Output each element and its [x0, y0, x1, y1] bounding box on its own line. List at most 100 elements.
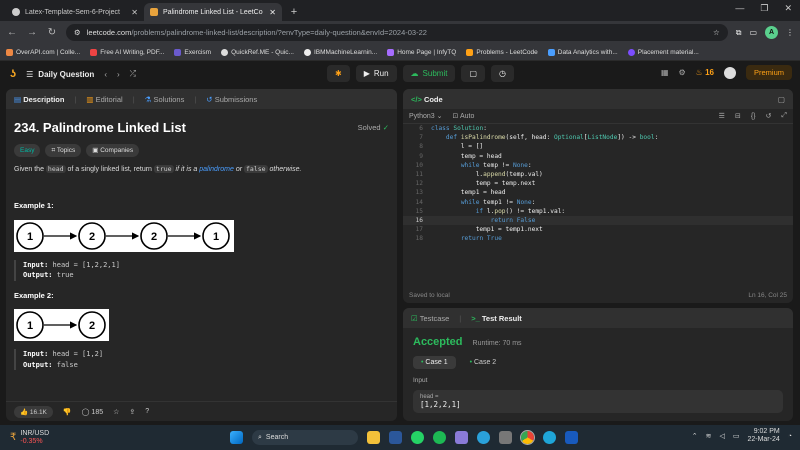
spotify-icon[interactable]	[433, 431, 446, 444]
search-box[interactable]: ⌕ Search	[252, 430, 358, 445]
bookmark-item[interactable]: Exercism	[174, 48, 211, 56]
tab-description[interactable]: ▤ Description	[14, 95, 64, 104]
close-window-icon[interactable]: ✕	[784, 3, 792, 14]
settings-icon[interactable]	[499, 431, 512, 444]
tab-submissions[interactable]: ↺ Submissions	[206, 95, 257, 104]
close-icon[interactable]: ✕	[269, 8, 276, 17]
back-icon[interactable]: ←	[6, 27, 18, 38]
paint-icon[interactable]	[455, 431, 468, 444]
bookmark-item[interactable]: Data Analytics with...	[547, 48, 618, 56]
bookmark-item[interactable]: Placement material...	[627, 48, 699, 56]
streak-counter[interactable]: ♨ 16	[696, 68, 714, 77]
bookmark-item[interactable]: QuickRef.ME - Quic...	[221, 48, 294, 56]
clock[interactable]: 9:02 PM 22-Mar-24	[747, 428, 779, 445]
prev-problem-icon[interactable]: ‹	[104, 70, 107, 79]
browser-tab-leetcode[interactable]: Palindrome Linked List - LeetCo ✕	[144, 3, 282, 21]
list-node: 2	[78, 222, 106, 251]
flask-icon: ⚗	[144, 94, 152, 104]
restore-icon[interactable]: ❐	[760, 3, 768, 14]
case-2-tab[interactable]: • Case 2	[462, 356, 505, 369]
topics-chip[interactable]: ⌗ Topics	[45, 143, 82, 158]
settings-gear-icon[interactable]: ⚙	[679, 68, 686, 77]
dislike-button[interactable]: 👎	[63, 408, 72, 416]
browser-tab-latex[interactable]: Latex-Template-Sem-6-Project ✕	[6, 3, 144, 21]
code-status-bar: Saved to local Ln 16, Col 25	[403, 287, 793, 303]
telegram-icon[interactable]	[477, 431, 490, 444]
menu-kebab-icon[interactable]: ⋮	[786, 28, 794, 37]
new-tab-button[interactable]: +	[286, 3, 302, 21]
extensions-icon[interactable]: ⧉	[736, 28, 742, 38]
url-bar[interactable]: ⚙ leetcode.com/problems/palindrome-linke…	[66, 24, 728, 41]
thumbs-up-icon: 👍	[20, 408, 29, 416]
bookmarks-bar: OverAPI.com | Colle... Free AI Writing, …	[0, 44, 800, 61]
palindrome-link[interactable]: palindrome	[199, 166, 234, 173]
app-l-icon[interactable]	[389, 431, 402, 444]
layout-icon[interactable]: ▦	[661, 68, 669, 77]
bookmark-icon[interactable]: ⊟	[735, 112, 741, 120]
example-1-io: Input: head = [1,2,2,1] Output: true	[14, 260, 389, 281]
tab-testcase[interactable]: ☑ Testcase	[411, 314, 449, 323]
comments-button[interactable]: ◯ 185	[82, 408, 103, 416]
list-icon: ☰	[26, 69, 34, 79]
debug-button[interactable]: ✱	[327, 65, 350, 82]
speaker-icon[interactable]: ◁	[719, 432, 724, 440]
list-node: 1	[16, 311, 44, 340]
run-button[interactable]: ▶ Run	[355, 65, 397, 82]
list-node: 1	[16, 222, 44, 251]
code-editor[interactable]: 6 class Solution: 7 def isPalindrome(self…	[403, 124, 793, 244]
windows-start-icon[interactable]	[230, 431, 243, 444]
chrome-icon[interactable]	[520, 430, 535, 445]
reload-icon[interactable]: ↻	[46, 27, 58, 38]
notification-icon[interactable]: ◔	[788, 433, 792, 440]
profile-avatar[interactable]: A	[765, 26, 778, 39]
next-problem-icon[interactable]: ›	[117, 70, 120, 79]
bookmark-item[interactable]: Free AI Writing, PDF...	[90, 48, 164, 56]
timer-button[interactable]: ◷	[491, 65, 514, 82]
help-icon[interactable]: ?	[145, 408, 149, 415]
like-button[interactable]: 👍 16.1K	[14, 405, 53, 418]
auto-toggle[interactable]: ⊡ Auto	[453, 112, 475, 120]
wifi-icon[interactable]: ≋	[706, 432, 712, 440]
leetcode-logo-icon[interactable]: ʖ	[10, 68, 16, 80]
tab-editorial[interactable]: ▥ Editorial	[86, 95, 122, 104]
fullscreen-icon[interactable]: ⤢	[781, 112, 787, 120]
language-select[interactable]: Python3 ⌄	[409, 112, 443, 120]
bookmark-star-icon[interactable]: ☆	[713, 28, 720, 37]
braces-icon[interactable]: {}	[751, 113, 756, 120]
site-info-icon[interactable]: ⚙	[74, 28, 81, 37]
star-icon[interactable]: ☆	[113, 408, 119, 416]
bookmark-item[interactable]: Problems - LeetCode	[466, 48, 538, 56]
shuffle-icon[interactable]: ⤮	[130, 69, 136, 79]
note-button[interactable]: ▢	[461, 65, 486, 82]
submit-button[interactable]: ☁ Submit	[402, 65, 456, 82]
share-icon[interactable]: ⇪	[129, 408, 135, 416]
sidebar-icon[interactable]: ▭	[749, 28, 757, 37]
file-explorer-icon[interactable]	[367, 431, 380, 444]
problem-title[interactable]: 234. Palindrome Linked List	[14, 119, 186, 138]
companies-chip[interactable]: ▣ Companies	[86, 143, 140, 158]
ticker-widget[interactable]: ₹ INR/USD -0.35%	[0, 430, 120, 445]
whatsapp-icon[interactable]	[411, 431, 424, 444]
edge-icon[interactable]	[543, 431, 556, 444]
close-icon[interactable]: ✕	[131, 8, 138, 17]
minimize-icon[interactable]: —	[735, 3, 744, 14]
user-avatar[interactable]	[723, 66, 736, 79]
reset-icon[interactable]: ↺	[766, 112, 772, 120]
bookmark-item[interactable]: IBMMachineLearnin...	[303, 48, 377, 56]
maximize-icon[interactable]: ▢	[778, 95, 785, 104]
forward-icon[interactable]: →	[26, 27, 38, 38]
list-node: 2	[140, 222, 168, 251]
premium-button[interactable]: Premium	[745, 65, 792, 80]
url-path: /problems/palindrome-linked-list/descrip…	[131, 28, 427, 37]
bookmark-item[interactable]: Home Page | InfyTQ	[387, 48, 456, 56]
tab-solutions[interactable]: ⚗ Solutions	[145, 95, 185, 104]
case-1-tab[interactable]: • Case 1	[413, 356, 456, 369]
bookmark-item[interactable]: OverAPI.com | Colle...	[6, 48, 80, 56]
battery-icon[interactable]: ▭	[733, 432, 740, 440]
tab-test-result[interactable]: >_ Test Result	[471, 314, 522, 323]
daily-question-link[interactable]: ☰ Daily Question	[26, 70, 94, 79]
chevron-up-icon[interactable]: ⌃	[692, 432, 698, 440]
address-bar-row: ← → ↻ ⚙ leetcode.com/problems/palindrome…	[0, 21, 800, 44]
word-icon[interactable]	[565, 431, 578, 444]
notes-icon[interactable]: ☰	[719, 112, 725, 120]
